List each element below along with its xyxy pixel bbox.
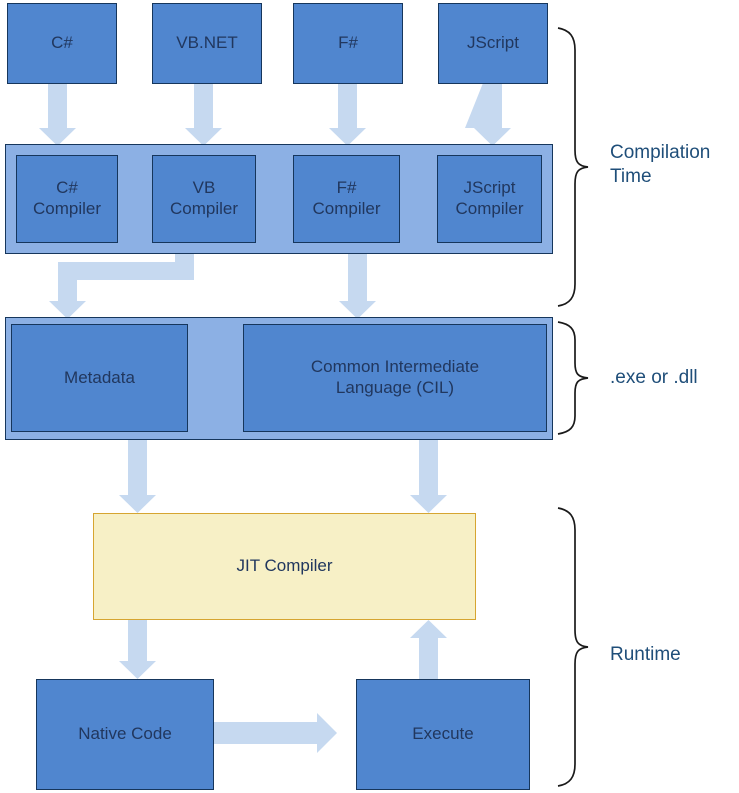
- runtime-box-execute-label: Execute: [412, 724, 474, 744]
- language-box-vbnet-label: VB.NET: [176, 33, 238, 53]
- compiler-box-csharp[interactable]: C# Compiler: [16, 155, 118, 243]
- output-box-metadata[interactable]: Metadata: [11, 324, 188, 432]
- language-box-csharp-label: C#: [51, 33, 73, 53]
- jit-compiler-label: JIT Compiler: [236, 556, 333, 576]
- arrow-metadata-to-jit: [119, 433, 156, 513]
- brace-label-runtime: Runtime: [610, 644, 681, 665]
- compiler-box-jscript[interactable]: JScript Compiler: [437, 155, 542, 243]
- arrow-cil-to-jit: [410, 433, 447, 513]
- output-box-metadata-label: Metadata: [64, 367, 135, 387]
- compiler-box-vb-label: VB Compiler: [169, 178, 239, 218]
- output-box-cil-label: Common Intermediate Language (CIL): [310, 357, 480, 397]
- compiler-box-csharp-label: C# Compiler: [32, 178, 102, 218]
- language-box-csharp[interactable]: C#: [7, 3, 117, 84]
- output-box-cil[interactable]: Common Intermediate Language (CIL): [243, 324, 547, 432]
- language-box-jscript-label: JScript: [467, 33, 519, 53]
- language-box-fsharp[interactable]: F#: [293, 3, 403, 84]
- language-box-fsharp-label: F#: [338, 33, 358, 53]
- arrow-jit-to-native-code: [119, 620, 156, 679]
- brace-compilation-time: [557, 27, 589, 307]
- arrow-fsharp-to-compiler: [329, 83, 366, 146]
- arrow-compilers-to-metadata-elbow: [49, 252, 194, 319]
- runtime-box-native-code-label: Native Code: [78, 724, 172, 744]
- brace-label-compilation-time: Compilation Time: [610, 142, 711, 187]
- diagram-canvas: C# VB.NET F# JScript C# Compiler VB Comp…: [0, 0, 739, 793]
- arrow-execute-to-jit: [410, 620, 447, 679]
- jit-compiler-box[interactable]: JIT Compiler: [93, 513, 476, 620]
- brace-runtime: [557, 507, 589, 787]
- language-box-vbnet[interactable]: VB.NET: [152, 3, 262, 84]
- language-box-jscript[interactable]: JScript: [438, 3, 548, 84]
- brace-exe-or-dll: [557, 321, 589, 435]
- runtime-box-execute[interactable]: Execute: [356, 679, 530, 790]
- arrow-jscript-to-compiler: [465, 83, 511, 146]
- arrow-compilers-to-cil: [339, 252, 376, 319]
- arrow-vbnet-to-compiler: [185, 83, 222, 146]
- brace-label-exe-or-dll: .exe or .dll: [610, 367, 698, 388]
- compiler-box-fsharp-label: F# Compiler: [312, 178, 381, 218]
- arrow-csharp-to-compiler: [39, 83, 76, 146]
- compiler-box-jscript-label: JScript Compiler: [455, 178, 524, 218]
- runtime-box-native-code[interactable]: Native Code: [36, 679, 214, 790]
- compiler-box-fsharp[interactable]: F# Compiler: [293, 155, 400, 243]
- arrow-native-code-to-execute: [214, 713, 337, 753]
- compiler-box-vb[interactable]: VB Compiler: [152, 155, 256, 243]
